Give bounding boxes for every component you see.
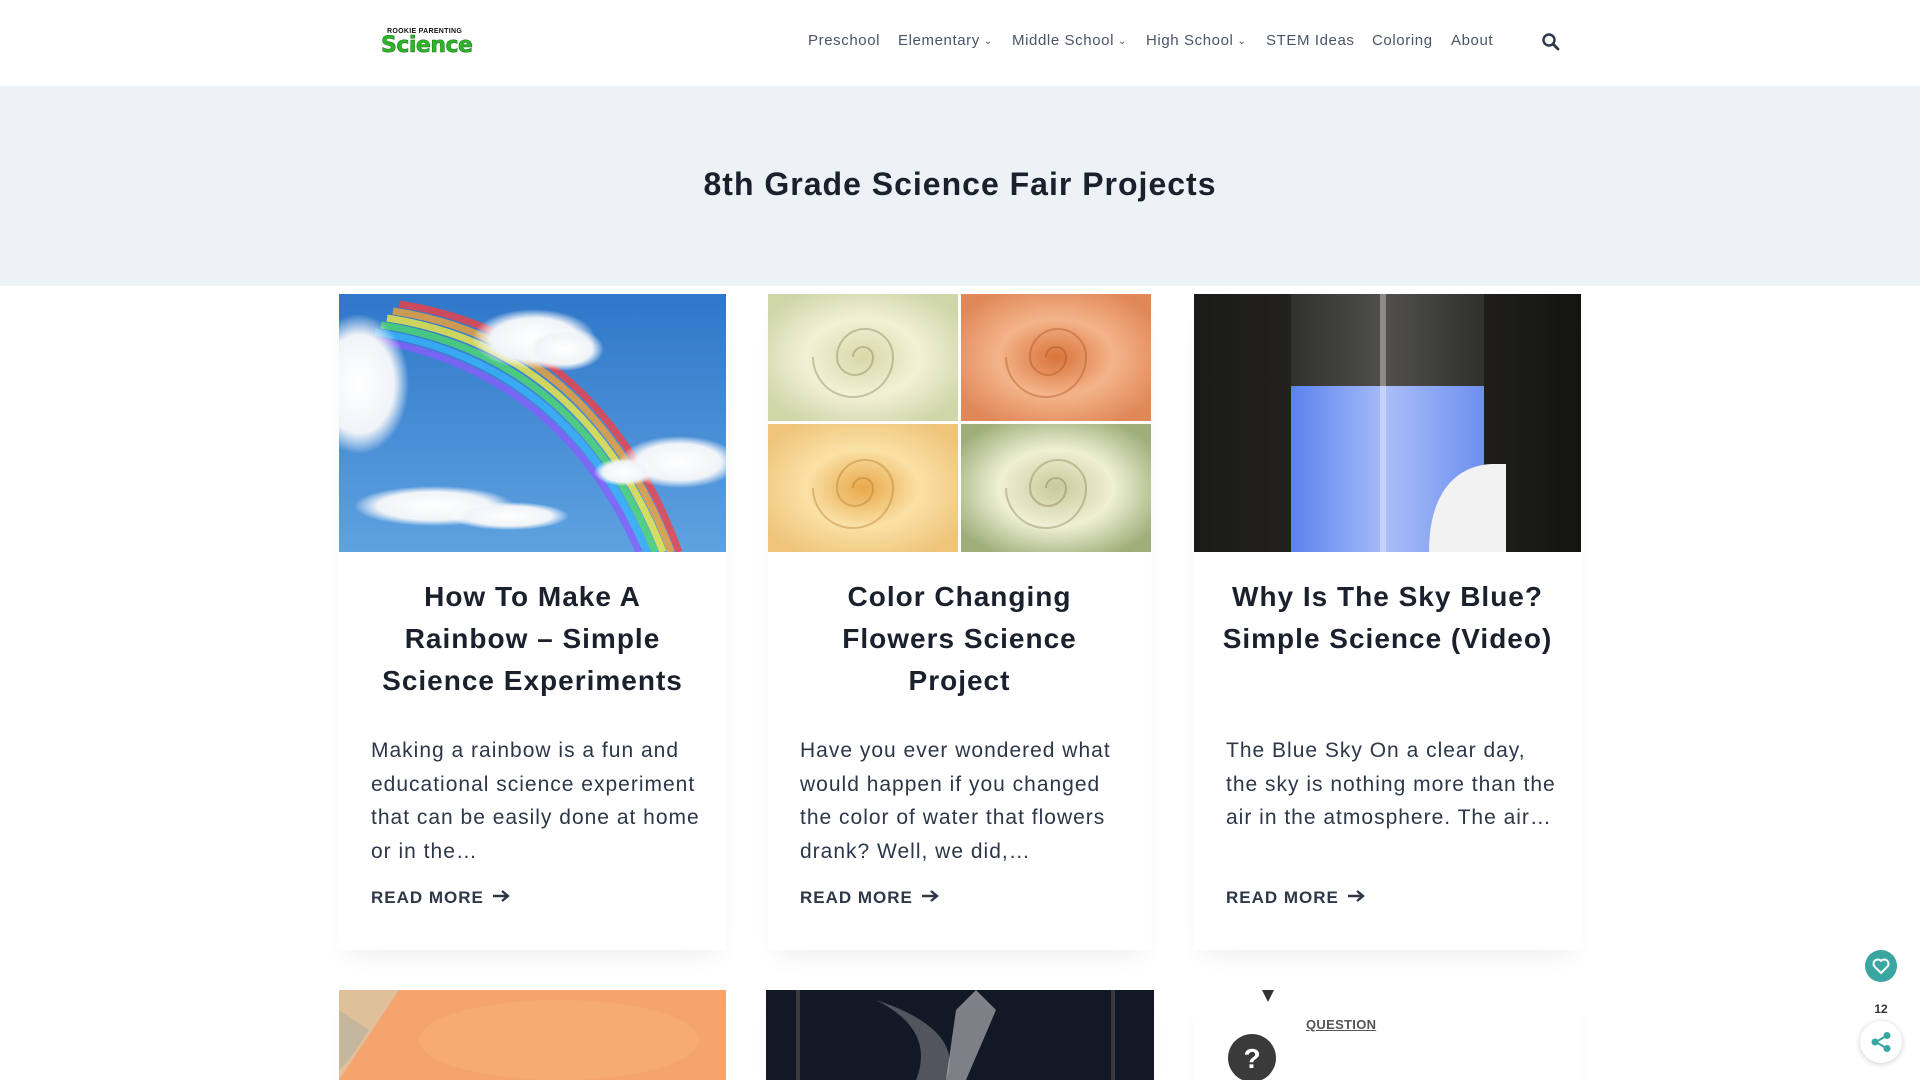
nav-middle-school[interactable]: Middle School ⌄ (1012, 32, 1127, 49)
arrow-right-icon (1347, 890, 1365, 902)
page-title: 8th Grade Science Fair Projects (703, 166, 1217, 202)
post-excerpt: Have you ever wondered what would happen… (800, 739, 1111, 863)
post-thumbnail-sky-blue[interactable] (1194, 294, 1581, 552)
post-card: Color Changing Flowers Science Project H… (768, 294, 1151, 950)
rainbow-image (339, 294, 726, 552)
search-button[interactable] (1541, 32, 1561, 52)
post-card: How To Make A Rainbow – Simple Science E… (339, 294, 726, 950)
svg-text:?: ? (1243, 1043, 1260, 1074)
read-more-link[interactable]: READ MORE (800, 888, 939, 908)
post-card: ? QUESTION (1194, 990, 1581, 1080)
nav-elementary[interactable]: Elementary ⌄ (898, 32, 993, 49)
post-thumbnail-roses[interactable] (768, 294, 1151, 552)
arrow-right-icon (492, 890, 510, 902)
post-card: Why Is The Sky Blue? Simple Science (Vid… (1194, 294, 1581, 950)
read-more-link[interactable]: READ MORE (1226, 888, 1365, 908)
archive-hero: 8th Grade Science Fair Projects (0, 86, 1920, 286)
chevron-down-icon: ⌄ (983, 36, 993, 47)
post-title[interactable]: Color Changing Flowers Science Project (768, 576, 1151, 702)
post-card (339, 990, 726, 1080)
nav-preschool[interactable]: Preschool (808, 32, 880, 49)
post-title[interactable]: How To Make A Rainbow – Simple Science E… (339, 576, 726, 702)
dark-spray-image (766, 990, 1154, 1080)
post-thumbnail-orange[interactable] (339, 990, 726, 1080)
post-card (766, 990, 1154, 1080)
heart-icon (1872, 958, 1890, 974)
share-button[interactable] (1860, 1021, 1902, 1063)
nav-about[interactable]: About (1451, 32, 1493, 49)
post-title[interactable]: Why Is The Sky Blue? Simple Science (Vid… (1194, 576, 1581, 660)
arrow-right-icon (921, 890, 939, 902)
nav-high-school[interactable]: High School ⌄ (1146, 32, 1246, 49)
chevron-down-icon: ⌄ (1237, 36, 1247, 47)
nav-stem-ideas[interactable]: STEM Ideas (1266, 32, 1355, 49)
blue-glass-image (1194, 294, 1581, 552)
roses-image (768, 294, 1151, 552)
orange-texture-image (339, 990, 726, 1080)
favorite-button[interactable] (1865, 950, 1897, 982)
site-header: ROOKIE PARENTING Science Preschool Eleme… (0, 0, 1920, 86)
logo-wordmark: Science (381, 33, 474, 58)
share-icon (1871, 1032, 1891, 1052)
post-thumbnail-rainbow[interactable] (339, 294, 726, 552)
question-diagram-image: ? (1228, 990, 1276, 1080)
post-excerpt: Making a rainbow is a fun and educationa… (371, 739, 700, 863)
share-count: 12 (1874, 1002, 1888, 1016)
nav-coloring[interactable]: Coloring (1372, 32, 1433, 49)
search-icon (1542, 33, 1560, 51)
post-thumbnail-dark[interactable] (766, 990, 1154, 1080)
site-logo[interactable]: ROOKIE PARENTING Science (381, 27, 474, 58)
post-thumbnail-question[interactable]: ? QUESTION (1194, 990, 1581, 1080)
chevron-down-icon: ⌄ (1118, 36, 1128, 47)
read-more-link[interactable]: READ MORE (371, 888, 510, 908)
post-excerpt: The Blue Sky On a clear day, the sky is … (1226, 739, 1556, 829)
question-label: QUESTION (1306, 1017, 1377, 1032)
